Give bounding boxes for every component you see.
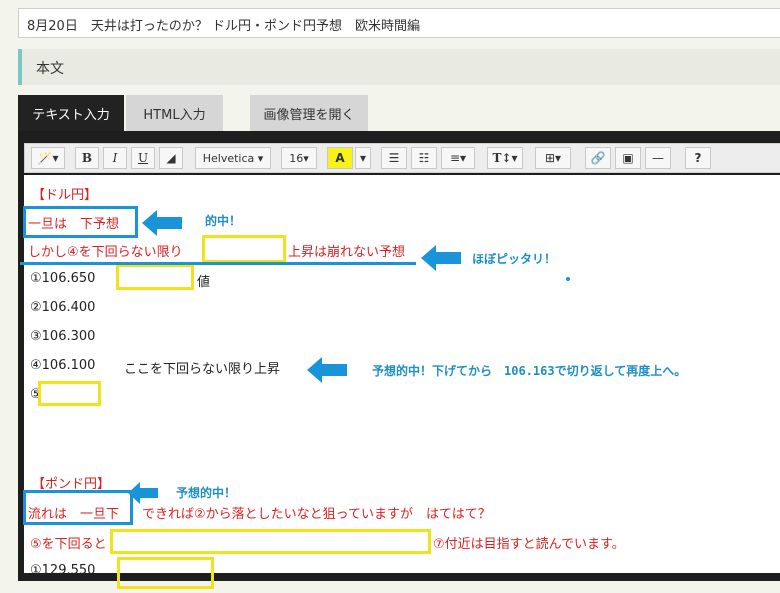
color-dropdown-icon[interactable]: ▾ [355, 147, 371, 169]
italic-button[interactable]: I [103, 147, 127, 169]
link-icon[interactable]: 🔗 [585, 147, 611, 169]
font-family-select[interactable]: Helvetica ▾ [195, 147, 271, 169]
font-size-select[interactable]: 16▾ [281, 147, 317, 169]
highlight-box-blue [23, 206, 138, 238]
level-1-gbp: ①129.550 [30, 563, 96, 578]
editor-toolbar: 🪄▾ B I U ◢ Helvetica ▾ 16▾ A ▾ ☰ ☷ ≡▾ T↕… [24, 143, 780, 173]
text-usdjpy-condition: しかし④を下回らない限り [28, 245, 183, 260]
level-4: ④106.100 [30, 358, 96, 373]
arrow-left-icon [142, 210, 182, 236]
body-section-header: 本文 [18, 49, 780, 85]
highlight-box-yellow [38, 381, 101, 406]
highlight-box-yellow [202, 235, 286, 263]
bold-button[interactable]: B [75, 147, 99, 169]
eraser-icon[interactable]: ◢ [159, 147, 183, 169]
arrow-left-icon [128, 482, 158, 504]
help-button[interactable]: ? [685, 147, 711, 169]
magic-wand-icon[interactable]: 🪄▾ [31, 147, 65, 169]
arrow-left-icon [421, 245, 461, 271]
annotation-hit-detail: 予想的中！下げてから 106.163で切り返して再度上へ。 [372, 364, 687, 378]
annotation-nearly-exact: ほぼピッタリ！ [472, 252, 557, 266]
tab-text-input[interactable]: テキスト入力 [18, 95, 124, 131]
text-style-select[interactable]: T↕▾ [487, 147, 523, 169]
text-gbpjpy-break: ⑤を下回ると [30, 537, 107, 552]
horizontal-rule-icon[interactable]: — [645, 147, 671, 169]
table-select[interactable]: ⊞▾ [535, 147, 571, 169]
heading-usdjpy: 【ドル円】 [32, 188, 98, 203]
text-usdjpy-rise: 上昇は崩れない予想 [288, 245, 406, 260]
annotation-hit-2: 予想的中！ [176, 486, 237, 500]
highlight-box-yellow [116, 264, 194, 290]
underline-button[interactable]: U [131, 147, 155, 169]
text-gbpjpy-target: ⑦付近は目指すと読んでいます。 [433, 537, 625, 552]
annotation-hit-1: 的中！ [205, 214, 242, 228]
open-image-manager-button[interactable]: 画像管理を開く [250, 95, 368, 131]
arrow-left-icon [307, 357, 347, 383]
level-4-note: ここを下回らない限り上昇 [124, 362, 281, 377]
underline-mark [20, 262, 416, 265]
level-2: ②106.400 [30, 300, 96, 315]
level-1: ①106.650 [30, 271, 96, 286]
post-title-input[interactable]: 8月20日 天井は打ったのか？ ドル円・ポンド円予想 欧米時間編 [18, 8, 780, 38]
level-1-note: 値 [197, 275, 211, 290]
highlight-box-yellow [117, 557, 214, 589]
ordered-list-icon[interactable]: ☷ [411, 147, 437, 169]
font-color-button[interactable]: A [327, 147, 353, 169]
tab-html-input[interactable]: HTML入力 [126, 95, 223, 131]
highlight-box-blue [23, 490, 133, 525]
unordered-list-icon[interactable]: ☰ [381, 147, 407, 169]
picture-icon[interactable]: ▣ [615, 147, 641, 169]
level-3: ③106.300 [30, 329, 96, 344]
dot-mark [566, 277, 570, 281]
align-select[interactable]: ≡▾ [441, 147, 475, 169]
highlight-box-yellow [110, 529, 431, 554]
text-gbpjpy-plan: できれば②から落としたいなと狙っていますが はてはて？ [142, 507, 491, 522]
section-label: 本文 [36, 61, 64, 77]
